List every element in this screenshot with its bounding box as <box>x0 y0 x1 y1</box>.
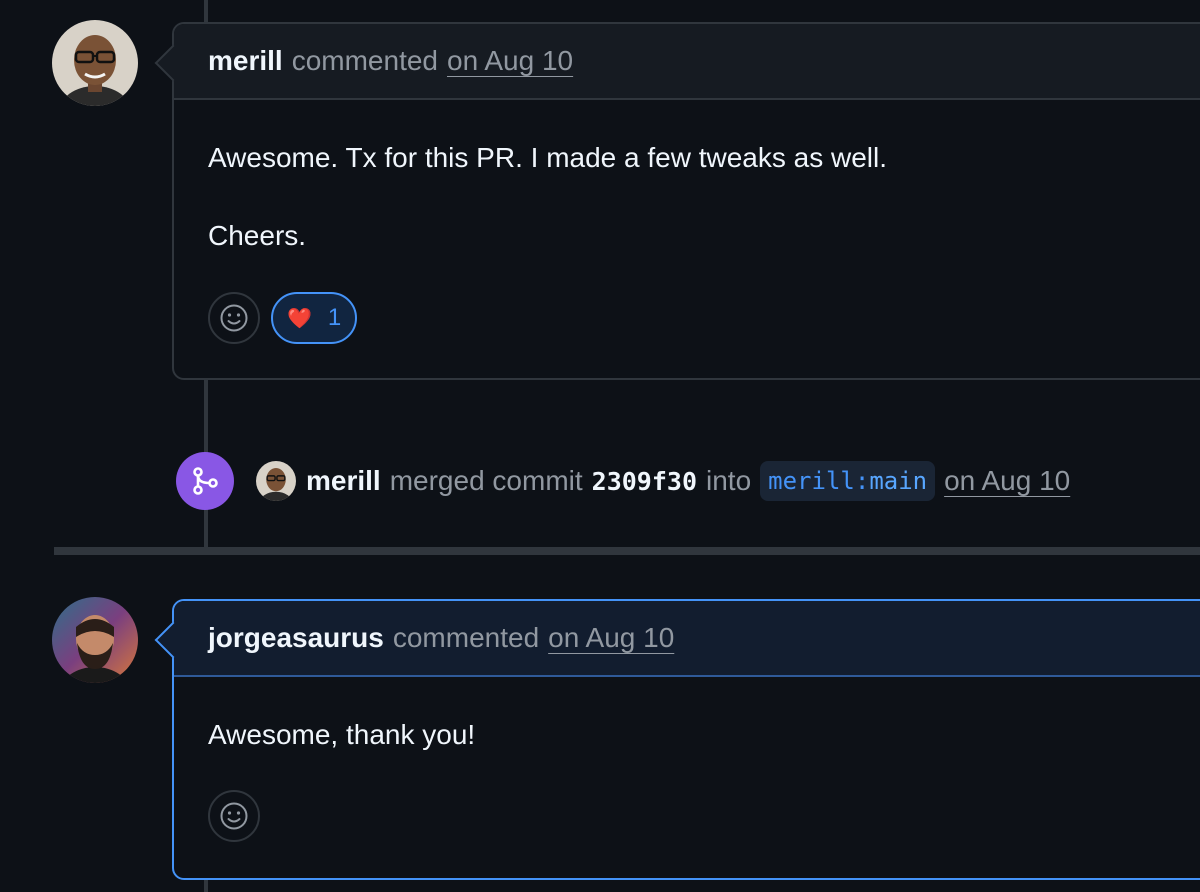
merge-into-text: into <box>706 465 752 496</box>
comment-author[interactable]: merill <box>208 45 283 77</box>
comment-paragraph: Awesome, thank you! <box>208 719 476 750</box>
heart-icon: ❤️ <box>287 307 312 330</box>
avatar-merill-small[interactable] <box>256 461 296 501</box>
timeline-line-bottom <box>204 878 208 892</box>
smiley-icon <box>220 304 248 332</box>
merge-author[interactable]: merill <box>306 465 381 497</box>
branch-label[interactable]: merill:main <box>760 461 936 501</box>
avatar-merill[interactable] <box>52 20 138 106</box>
timeline-divider <box>54 547 1200 555</box>
smiley-icon <box>220 802 248 830</box>
comment-action: commented <box>392 622 540 653</box>
add-reaction-button[interactable] <box>208 292 260 344</box>
branch-name: main <box>869 467 928 495</box>
timeline-line-top <box>204 0 208 22</box>
avatar-jorgeasaurus[interactable] <box>52 597 138 683</box>
comment-author[interactable]: jorgeasaurus <box>208 622 384 654</box>
comment-date-link[interactable]: on Aug 10 <box>548 622 674 654</box>
comment-action: commented <box>291 45 438 76</box>
comment-date-link[interactable]: on Aug 10 <box>447 45 573 77</box>
merge-event: merill merged commit 2309f30 into merill… <box>176 451 1070 511</box>
comment-card-jorgeasaurus: jorgeasaurus commented on Aug 10 Awesome… <box>154 599 1200 880</box>
merge-date-link[interactable]: on Aug 10 <box>944 465 1070 497</box>
branch-separator: : <box>854 467 870 495</box>
comment-header: jorgeasaurus commented on Aug 10 <box>174 601 1200 677</box>
reaction-count: 1 <box>327 304 342 331</box>
comment-paragraph: Cheers. <box>208 220 307 251</box>
branch-repo: merill <box>768 467 855 495</box>
merge-action: merged commit <box>389 465 583 496</box>
git-merge-icon <box>176 452 234 510</box>
comment-header: merill commented on Aug 10 <box>174 24 1200 100</box>
commit-sha-link[interactable]: 2309f30 <box>592 467 697 496</box>
comment-paragraph: Awesome. Tx for this PR. I made a few tw… <box>208 142 887 173</box>
reaction-heart-button[interactable]: ❤️ 1 <box>271 292 357 344</box>
comment-card-merill: merill commented on Aug 10 Awesome. Tx f… <box>154 22 1200 380</box>
add-reaction-button[interactable] <box>208 790 260 842</box>
